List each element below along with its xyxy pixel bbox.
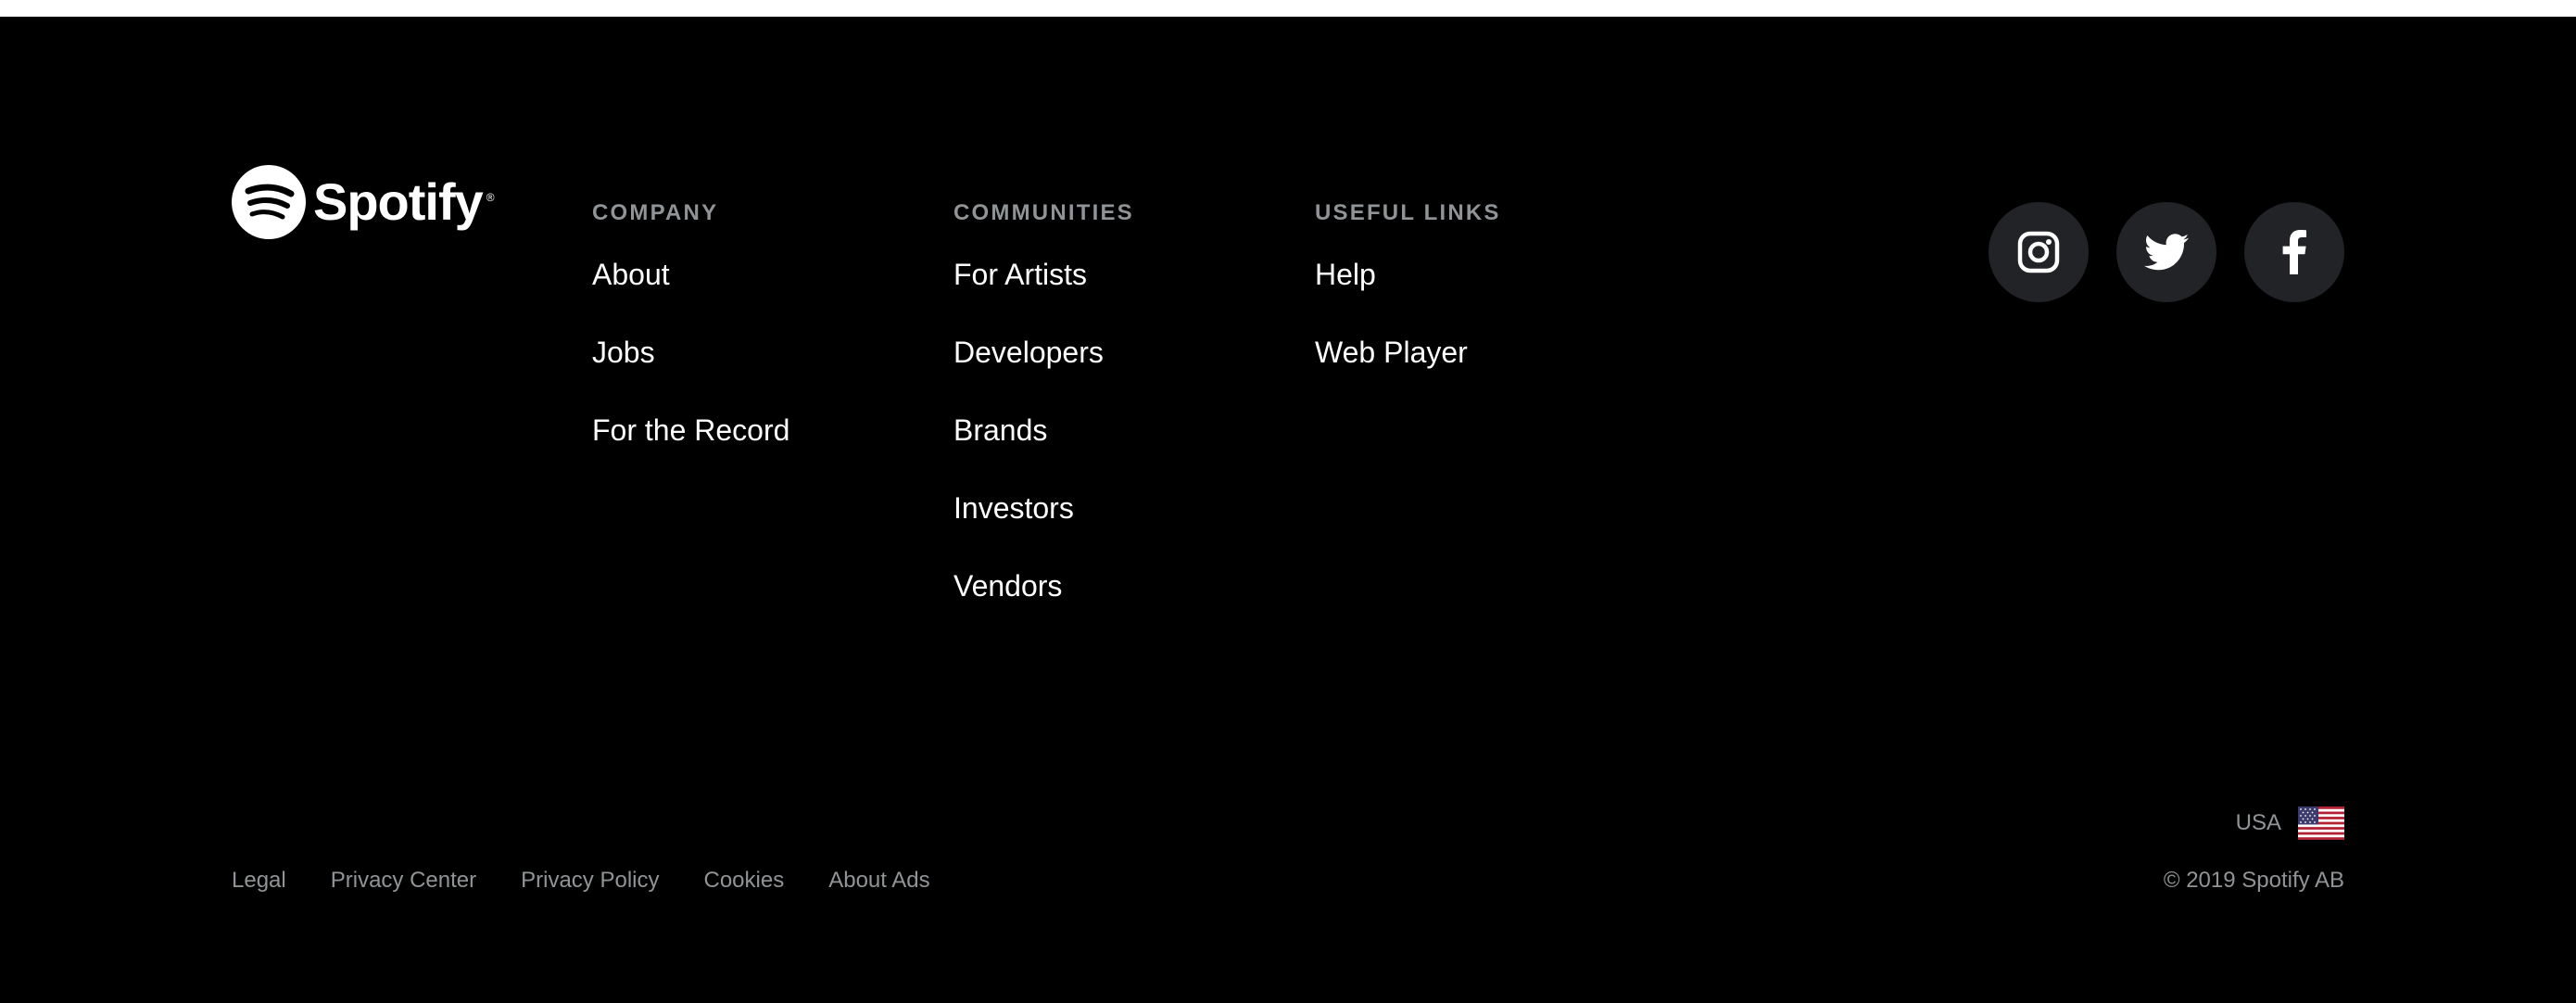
us-flag-icon [2298, 806, 2344, 840]
communities-heading: COMMUNITIES [953, 200, 1134, 225]
link-about[interactable]: About [592, 260, 789, 337]
twitter-icon [2144, 234, 2189, 271]
useful-links-heading: USEFUL LINKS [1315, 200, 1501, 225]
link-web-player[interactable]: Web Player [1315, 337, 1501, 415]
link-about-ads[interactable]: About Ads [828, 870, 929, 892]
company-links: About Jobs For the Record [592, 260, 789, 493]
instagram-icon [2017, 231, 2060, 273]
facebook-button[interactable] [2244, 202, 2344, 302]
social-links [1989, 202, 2344, 302]
link-vendors[interactable]: Vendors [953, 571, 1134, 649]
link-developers[interactable]: Developers [953, 337, 1134, 415]
link-privacy-center[interactable]: Privacy Center [331, 870, 476, 892]
link-privacy-policy[interactable]: Privacy Policy [521, 870, 659, 892]
registered-mark: ® [486, 191, 495, 204]
spotify-logo-icon [232, 165, 306, 239]
link-cookies[interactable]: Cookies [704, 870, 785, 892]
useful-links-list: Help Web Player [1315, 260, 1501, 415]
link-for-the-record[interactable]: For the Record [592, 415, 789, 493]
link-help[interactable]: Help [1315, 260, 1501, 337]
link-investors[interactable]: Investors [953, 493, 1134, 571]
site-footer: Spotify ® COMPANY About Jobs For the Rec… [0, 17, 2576, 1003]
company-column: COMPANY About Jobs For the Record [592, 202, 789, 493]
facebook-icon [2282, 230, 2306, 274]
communities-links: For Artists Developers Brands Investors … [953, 260, 1134, 649]
country-selector[interactable]: USA [2236, 806, 2344, 840]
link-for-artists[interactable]: For Artists [953, 260, 1134, 337]
useful-links-column: USEFUL LINKS Help Web Player [1315, 202, 1501, 415]
communities-column: COMMUNITIES For Artists Developers Brand… [953, 202, 1134, 649]
spotify-logo[interactable]: Spotify ® [232, 165, 495, 239]
link-brands[interactable]: Brands [953, 415, 1134, 493]
twitter-button[interactable] [2116, 202, 2216, 302]
country-label: USA [2235, 810, 2281, 835]
spotify-wordmark: Spotify [313, 172, 484, 231]
company-heading: COMPANY [592, 200, 719, 225]
link-jobs[interactable]: Jobs [592, 337, 789, 415]
link-legal[interactable]: Legal [232, 870, 286, 892]
legal-links: Legal Privacy Center Privacy Policy Cook… [232, 870, 930, 892]
instagram-button[interactable] [1989, 202, 2089, 302]
copyright-text: © 2019 Spotify AB [2163, 868, 2344, 893]
